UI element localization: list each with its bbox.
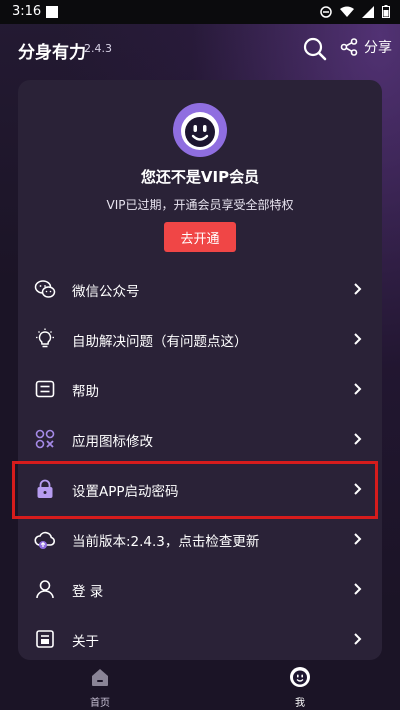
avatar-face-icon xyxy=(173,103,227,157)
menu-item-login[interactable]: 登 录 xyxy=(18,564,382,614)
nav-home[interactable]: 首页 xyxy=(70,666,130,709)
chevron-right-icon xyxy=(354,583,362,595)
help-doc-icon xyxy=(35,380,55,398)
bottom-nav: 首页 我 xyxy=(0,660,400,710)
profile-card: 您还不是VIP会员 VIP已过期，开通会员享受全部特权 去开通 微信公众号 自助… xyxy=(18,80,382,660)
app-header: 分身有力 2.4.3 分享 xyxy=(0,24,400,74)
menu-item-wechat[interactable]: 微信公众号 xyxy=(18,264,382,314)
app-version: 2.4.3 xyxy=(84,42,112,55)
menu-item-about[interactable]: 关于 xyxy=(18,614,382,664)
chevron-right-icon xyxy=(354,533,362,545)
share-button[interactable]: 分享 xyxy=(340,37,392,57)
menu-item-label: 微信公众号 xyxy=(72,284,140,300)
chevron-right-icon xyxy=(354,333,362,345)
menu-item-app-icon[interactable]: 应用图标修改 xyxy=(18,414,382,464)
user-icon xyxy=(36,580,54,599)
status-bar: 3:16 xyxy=(0,0,400,24)
chevron-right-icon xyxy=(354,283,362,295)
battery-icon xyxy=(382,5,390,18)
chevron-right-icon xyxy=(354,433,362,445)
cloud-update-icon xyxy=(34,531,56,549)
vip-title: 您还不是VIP会员 xyxy=(140,168,260,186)
app-icon-grid-icon xyxy=(35,429,55,449)
menu-item-self-help[interactable]: 自助解决问题（有问题点这） xyxy=(18,314,382,364)
lock-icon xyxy=(37,479,53,498)
menu-item-help[interactable]: 帮助 xyxy=(18,364,382,414)
menu-item-label: 应用图标修改 xyxy=(72,434,153,450)
menu-item-label: 当前版本:2.4.3，点击检查更新 xyxy=(72,534,260,550)
signal-icon xyxy=(362,5,374,18)
menu-item-app-password[interactable]: 设置APP启动密码 xyxy=(18,464,382,514)
menu-item-label: 帮助 xyxy=(72,384,99,400)
avatar[interactable] xyxy=(172,102,228,158)
menu-item-label: 登 录 xyxy=(72,584,104,600)
nav-me-label: 我 xyxy=(295,698,305,709)
status-time: 3:16 xyxy=(12,4,42,19)
dnd-icon xyxy=(320,5,332,18)
notification-icon xyxy=(46,6,58,18)
lightbulb-icon xyxy=(36,328,54,348)
chevron-right-icon xyxy=(354,483,362,495)
vip-subtitle: VIP已过期，开通会员享受全部特权 xyxy=(106,198,294,212)
status-icons xyxy=(320,5,390,18)
about-icon xyxy=(36,630,54,648)
home-icon xyxy=(92,669,108,686)
menu-item-label: 自助解决问题（有问题点这） xyxy=(72,334,248,350)
open-vip-button[interactable]: 去开通 xyxy=(164,222,236,252)
me-face-icon xyxy=(290,667,310,687)
search-button[interactable] xyxy=(302,36,328,62)
wechat-icon xyxy=(34,280,56,298)
chevron-right-icon xyxy=(354,383,362,395)
search-icon xyxy=(303,37,327,61)
menu-item-label: 关于 xyxy=(72,634,99,650)
app-title: 分身有力 xyxy=(18,43,86,63)
nav-me[interactable]: 我 xyxy=(270,666,330,709)
share-icon xyxy=(340,38,358,56)
wifi-icon xyxy=(340,6,354,17)
settings-menu: 微信公众号 自助解决问题（有问题点这） 帮助 应用图标修改 设置APP启动密码 … xyxy=(18,264,382,664)
menu-item-check-update[interactable]: 当前版本:2.4.3，点击检查更新 xyxy=(18,514,382,564)
chevron-right-icon xyxy=(354,633,362,645)
nav-home-label: 首页 xyxy=(90,698,110,709)
share-label: 分享 xyxy=(364,40,392,56)
menu-item-label: 设置APP启动密码 xyxy=(72,484,179,500)
